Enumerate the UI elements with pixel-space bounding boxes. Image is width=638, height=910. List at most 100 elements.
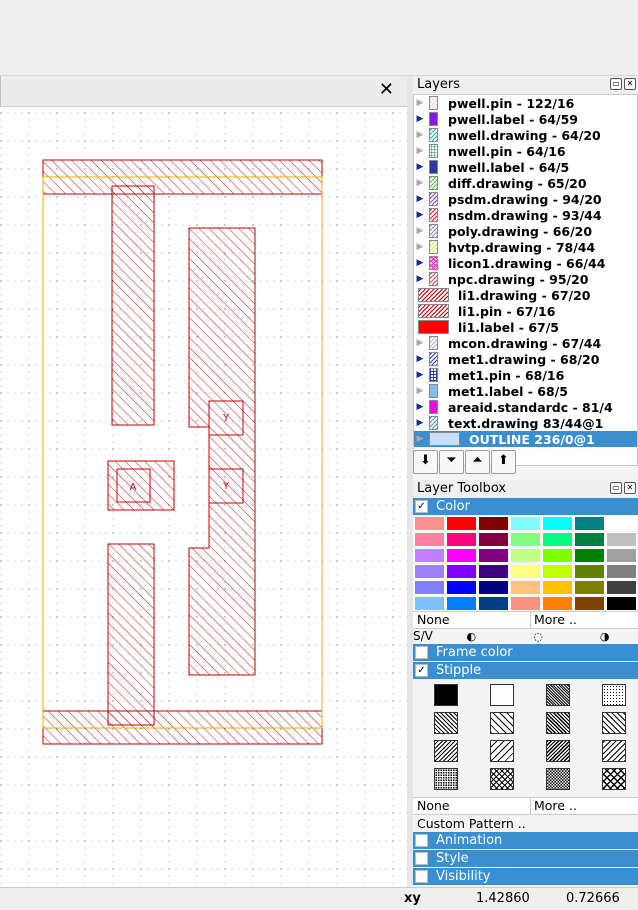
layer-row[interactable]: ▶ diff.drawing - 65/20 bbox=[414, 175, 637, 191]
color-checkbox[interactable]: ✓ bbox=[415, 500, 428, 513]
float-panel-icon[interactable]: ▭ bbox=[610, 78, 622, 90]
color-swatch[interactable] bbox=[606, 564, 637, 579]
stipple-more-button[interactable]: More .. bbox=[531, 798, 577, 814]
color-swatch[interactable] bbox=[542, 564, 573, 579]
style-section-header[interactable]: Style bbox=[413, 850, 638, 867]
stipple-checkbox[interactable]: ✓ bbox=[415, 664, 428, 677]
layer-row[interactable]: li1.pin - 67/16 bbox=[414, 303, 637, 319]
color-swatch[interactable] bbox=[414, 516, 445, 531]
expand-arrow-icon[interactable]: ▶ bbox=[414, 114, 426, 124]
expand-arrow-icon[interactable]: ▶ bbox=[414, 274, 426, 284]
layer-row[interactable]: ▶ nwell.pin - 64/16 bbox=[414, 143, 637, 159]
stipple-diag-fwd-icon[interactable] bbox=[433, 740, 458, 762]
stipple-diag-fwd-sparse-icon[interactable] bbox=[489, 740, 514, 762]
expand-arrow-icon[interactable]: ▶ bbox=[414, 178, 426, 188]
color-swatch[interactable] bbox=[446, 596, 477, 611]
move-top-icon[interactable]: ⬆ bbox=[491, 450, 516, 474]
layer-row[interactable]: ▶ areaid.standardc - 81/4 bbox=[414, 399, 637, 415]
color-swatch[interactable] bbox=[542, 580, 573, 595]
expand-arrow-icon[interactable]: ▶ bbox=[414, 98, 426, 108]
color-swatch[interactable] bbox=[478, 580, 509, 595]
color-swatch[interactable] bbox=[446, 564, 477, 579]
color-swatch[interactable] bbox=[510, 548, 541, 563]
stipple-section-header[interactable]: ✓ Stipple bbox=[413, 662, 638, 679]
color-swatch[interactable] bbox=[478, 596, 509, 611]
color-more-button[interactable]: More .. bbox=[531, 612, 577, 628]
layout-canvas[interactable]: A Y Y bbox=[0, 107, 407, 887]
stipple-diag-fwd-dense-icon[interactable] bbox=[545, 740, 570, 762]
stipple-diag-back-icon[interactable] bbox=[433, 712, 458, 734]
close-panel-icon[interactable]: ✕ bbox=[624, 78, 636, 90]
color-swatch[interactable] bbox=[574, 532, 605, 547]
color-swatch[interactable] bbox=[478, 516, 509, 531]
color-swatch[interactable] bbox=[478, 548, 509, 563]
expand-arrow-icon[interactable]: ▶ bbox=[414, 402, 426, 412]
expand-arrow-icon[interactable]: ▶ bbox=[414, 418, 426, 428]
stipple-dots-dense-icon[interactable] bbox=[433, 768, 458, 790]
layer-row[interactable]: ▶ met1.pin - 68/16 bbox=[414, 367, 637, 383]
layer-list[interactable]: ▶ pwell.pin - 122/16 ▶ pwell.label - 64/59 ▶… bbox=[413, 94, 638, 466]
expand-arrow-icon[interactable]: ▶ bbox=[414, 130, 426, 140]
layer-row[interactable]: ▶ pwell.label - 64/59 bbox=[414, 111, 637, 127]
stipple-diag-back-med-icon[interactable] bbox=[601, 712, 626, 734]
layer-row[interactable]: ▶ nwell.drawing - 64/20 bbox=[414, 127, 637, 143]
color-swatch[interactable] bbox=[446, 548, 477, 563]
layer-row[interactable]: ▶ psdm.drawing - 94/20 bbox=[414, 191, 637, 207]
color-swatch[interactable] bbox=[414, 596, 445, 611]
color-swatch[interactable] bbox=[606, 580, 637, 595]
expand-arrow-icon[interactable]: ▶ bbox=[414, 338, 426, 348]
stipple-diag-back-sparse-icon[interactable] bbox=[489, 712, 514, 734]
color-swatch[interactable] bbox=[574, 564, 605, 579]
stipple-checker-icon[interactable] bbox=[545, 768, 570, 790]
color-none-button[interactable]: None bbox=[413, 612, 531, 628]
color-swatch[interactable] bbox=[606, 596, 637, 611]
style-checkbox[interactable] bbox=[415, 852, 428, 865]
frame-color-checkbox[interactable] bbox=[415, 646, 428, 659]
expand-arrow-icon[interactable]: ▶ bbox=[414, 354, 426, 364]
animation-section-header[interactable]: Animation bbox=[413, 832, 638, 849]
color-swatch[interactable] bbox=[510, 516, 541, 531]
color-swatch[interactable] bbox=[414, 532, 445, 547]
move-down-icon[interactable]: ⏷ bbox=[439, 450, 464, 474]
layer-row[interactable]: ▶ nsdm.drawing - 93/44 bbox=[414, 207, 637, 223]
expand-arrow-icon[interactable]: ▶ bbox=[414, 210, 426, 220]
color-swatch[interactable] bbox=[478, 532, 509, 547]
animation-checkbox[interactable] bbox=[415, 834, 428, 847]
stipple-diag-fwd-med-icon[interactable] bbox=[601, 740, 626, 762]
layer-row[interactable]: ▶ mcon.drawing - 67/44 bbox=[414, 335, 637, 351]
darker-icon[interactable]: ◐ bbox=[438, 629, 505, 644]
color-swatch[interactable] bbox=[542, 516, 573, 531]
stipple-diag-back-dense-icon[interactable] bbox=[545, 712, 570, 734]
stipple-cross-diag-icon[interactable] bbox=[489, 768, 514, 790]
color-swatch[interactable] bbox=[510, 580, 541, 595]
color-swatch[interactable] bbox=[414, 564, 445, 579]
color-swatch[interactable] bbox=[446, 516, 477, 531]
custom-pattern-button[interactable]: Custom Pattern .. bbox=[413, 815, 638, 832]
expand-arrow-icon[interactable]: ▶ bbox=[414, 194, 426, 204]
color-swatch[interactable] bbox=[414, 548, 445, 563]
color-swatch[interactable] bbox=[574, 580, 605, 595]
color-swatch[interactable] bbox=[446, 580, 477, 595]
color-swatch[interactable] bbox=[446, 532, 477, 547]
layer-row[interactable]: ▶ npc.drawing - 95/20 bbox=[414, 271, 637, 287]
move-bottom-icon[interactable]: ⬇ bbox=[413, 450, 438, 474]
color-swatch[interactable] bbox=[574, 548, 605, 563]
frame-color-section-header[interactable]: Frame color bbox=[413, 644, 638, 661]
color-swatch[interactable] bbox=[542, 548, 573, 563]
color-swatch[interactable] bbox=[542, 596, 573, 611]
color-swatch[interactable] bbox=[510, 532, 541, 547]
neutral-icon[interactable]: ◌ bbox=[505, 629, 572, 644]
stipple-dense-diag-icon[interactable] bbox=[545, 684, 570, 706]
color-swatch[interactable] bbox=[606, 548, 637, 563]
layer-row[interactable]: ▶ met1.label - 68/5 bbox=[414, 383, 637, 399]
lighter-icon[interactable]: ◑ bbox=[571, 629, 638, 644]
close-tab-icon[interactable]: ✕ bbox=[379, 80, 394, 100]
layer-row[interactable]: ▶ pwell.pin - 122/16 bbox=[414, 95, 637, 111]
expand-arrow-icon[interactable]: ▶ bbox=[414, 386, 426, 396]
layer-row[interactable]: ▶ met1.drawing - 68/20 bbox=[414, 351, 637, 367]
color-swatch[interactable] bbox=[478, 564, 509, 579]
layer-row[interactable]: ▶ poly.drawing - 66/20 bbox=[414, 223, 637, 239]
visibility-section-header[interactable]: Visibility bbox=[413, 868, 638, 885]
layer-row[interactable]: ▶ nwell.label - 64/5 bbox=[414, 159, 637, 175]
stipple-none-button[interactable]: None bbox=[413, 798, 531, 814]
